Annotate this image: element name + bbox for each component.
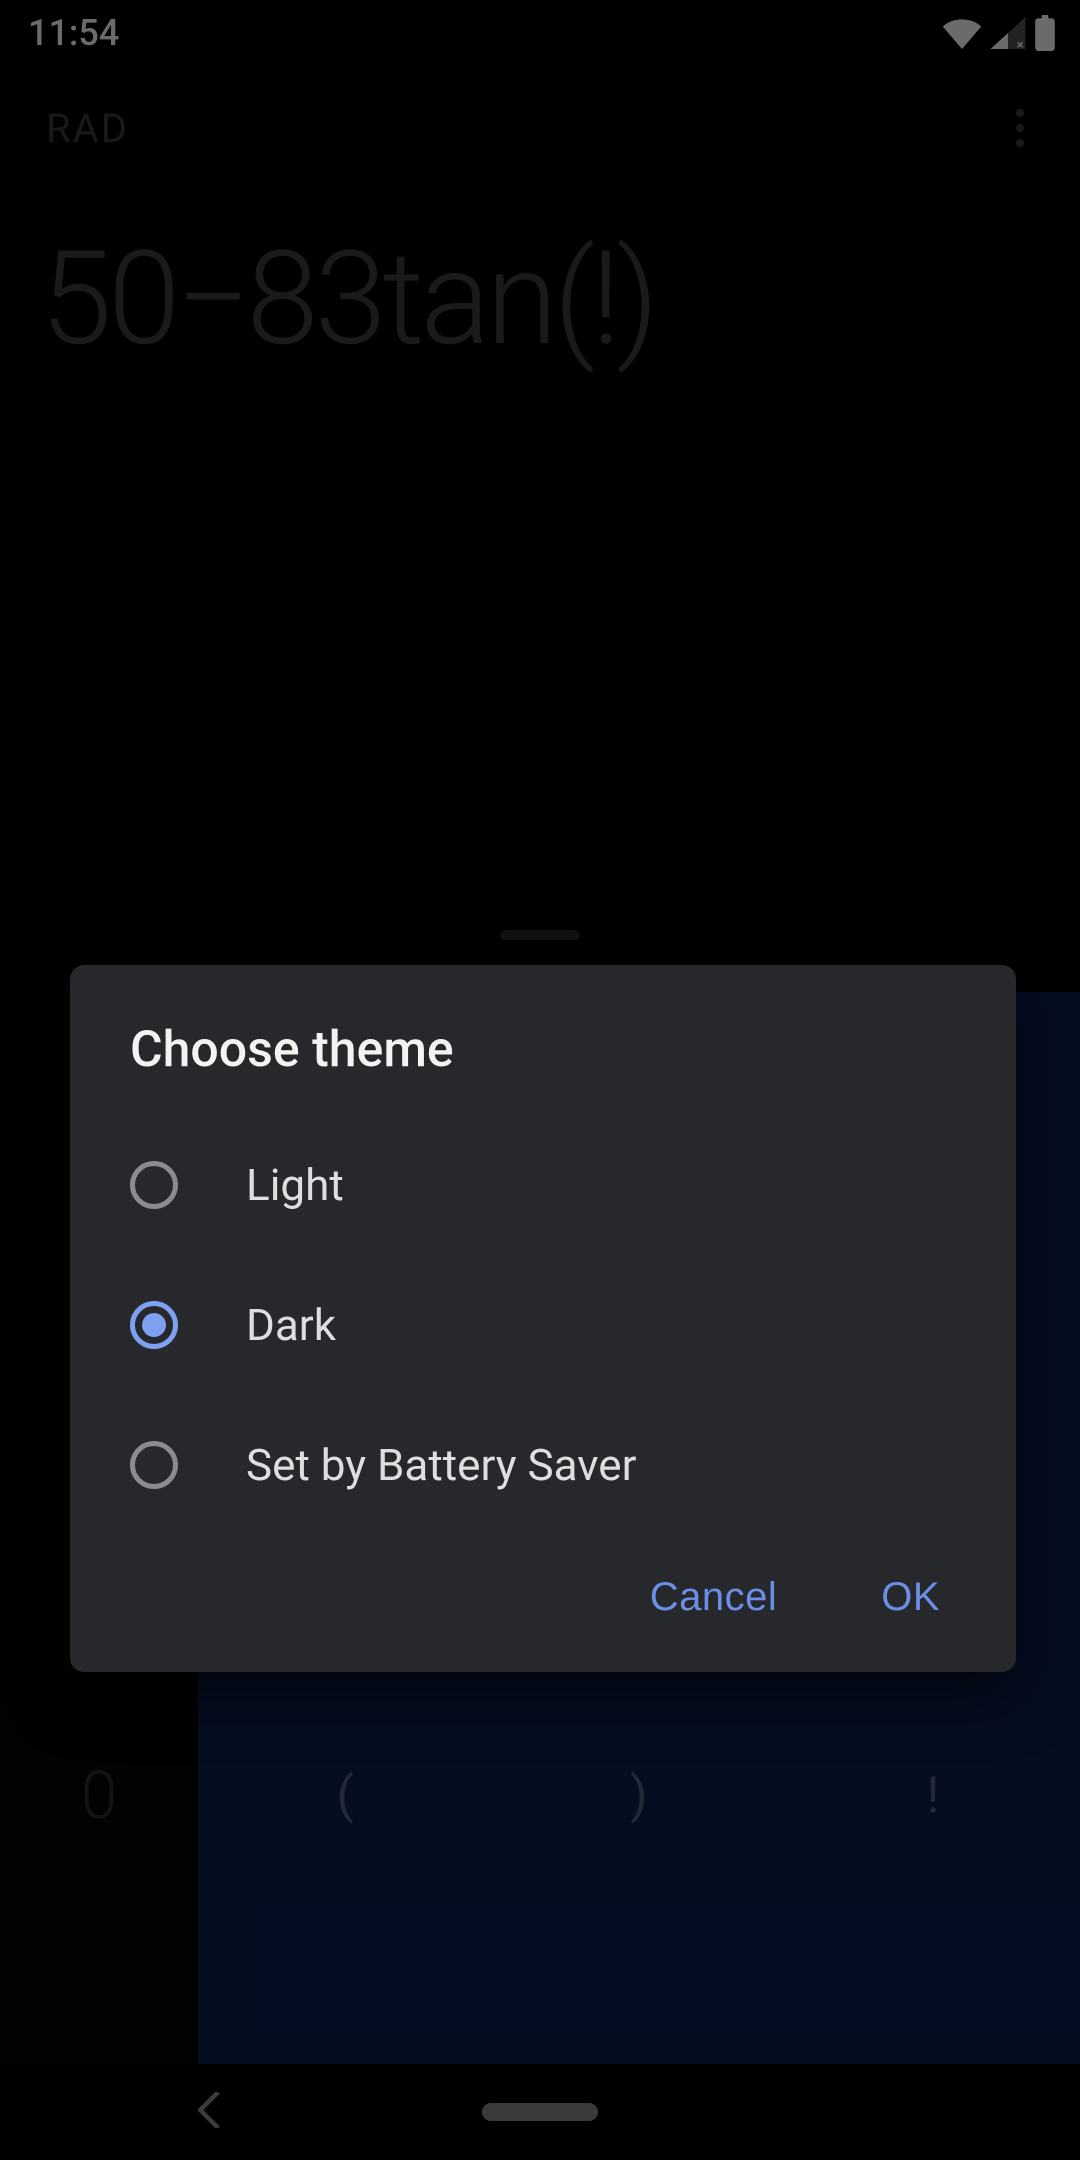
theme-option-light[interactable]: Light [70,1115,1016,1255]
dialog-title: Choose theme [70,1021,1016,1115]
radio-unchecked-icon [130,1441,178,1489]
dialog-actions: Cancel OK [70,1535,1016,1648]
theme-option-label: Dark [246,1299,336,1351]
ok-button[interactable]: OK [881,1575,940,1620]
theme-option-battery-saver[interactable]: Set by Battery Saver [70,1395,1016,1535]
theme-option-dark[interactable]: Dark [70,1255,1016,1395]
theme-option-label: Set by Battery Saver [246,1439,636,1491]
choose-theme-dialog: Choose theme Light Dark Set by Battery S… [70,965,1016,1672]
radio-checked-icon [130,1301,178,1349]
radio-unchecked-icon [130,1161,178,1209]
cancel-button[interactable]: Cancel [650,1575,778,1620]
theme-option-label: Light [246,1159,344,1211]
